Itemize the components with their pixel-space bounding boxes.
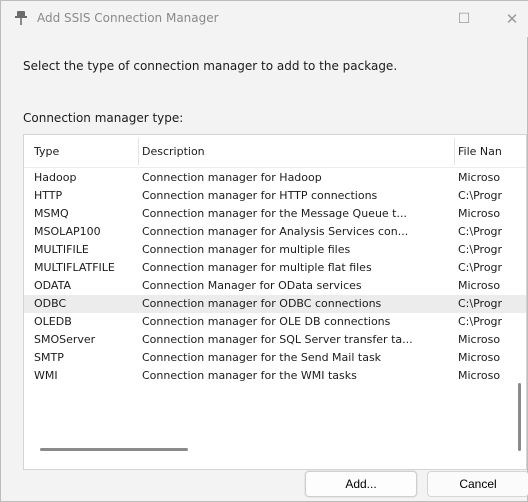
cancel-button[interactable]: Cancel: [427, 471, 528, 497]
row-type-cell: ODBC: [34, 297, 67, 310]
column-header-file-name[interactable]: File Nan: [458, 145, 502, 158]
row-file-cell: Microso: [458, 369, 501, 382]
row-type-cell: MULTIFILE: [34, 243, 89, 256]
column-divider[interactable]: [454, 138, 455, 165]
row-type-cell: WMI: [34, 369, 58, 382]
connection-type-label: Connection manager type:: [23, 111, 184, 125]
row-description-cell: Connection manager for OLE DB connection…: [142, 315, 391, 328]
table-row[interactable]: ODATA Connection Manager for OData servic…: [24, 277, 526, 295]
column-header-description[interactable]: Description: [142, 145, 205, 158]
row-description-cell: Connection manager for HTTP connections: [142, 189, 378, 202]
row-type-cell: MSOLAP100: [34, 225, 101, 238]
row-type-cell: OLEDB: [34, 315, 72, 328]
row-description-cell: Connection manager for the Send Mail tas…: [142, 351, 382, 364]
row-type-cell: MSMQ: [34, 207, 69, 220]
row-file-cell: C:\Progr: [458, 225, 503, 238]
column-header-type[interactable]: Type: [34, 145, 59, 158]
connection-type-list[interactable]: Type Description File Nan Hadoop Connecti…: [23, 134, 527, 470]
row-file-cell: Microso: [458, 279, 501, 292]
row-file-cell: C:\Progr: [458, 315, 503, 328]
table-row[interactable]: MULTIFILE Connection manager for multiple…: [24, 241, 526, 259]
table-row[interactable]: MSOLAP100 Connection manager for Analysis…: [24, 223, 526, 241]
list-rows: Hadoop Connection manager for Hadoop Micro…: [24, 169, 526, 385]
table-row[interactable]: HTTP Connection manager for HTTP connecti…: [24, 187, 526, 205]
table-row[interactable]: SMOServer Connection manager for SQL Serv…: [24, 331, 526, 349]
row-file-cell: C:\Progr: [458, 243, 503, 256]
row-type-cell: Hadoop: [34, 171, 77, 184]
row-type-cell: ODATA: [34, 279, 71, 292]
row-type-cell: SMOServer: [34, 333, 96, 346]
row-description-cell: Connection manager for multiple files: [142, 243, 351, 256]
row-type-cell: HTTP: [34, 189, 63, 202]
row-description-cell: Connection manager for Hadoop: [142, 171, 322, 184]
row-file-cell: C:\Progr: [458, 189, 503, 202]
maximize-icon[interactable]: ☐: [453, 8, 475, 30]
row-description-cell: Connection manager for ODBC connections: [142, 297, 382, 310]
horizontal-scrollbar-thumb[interactable]: [40, 448, 188, 451]
row-description-cell: Connection manager for the WMI tasks: [142, 369, 357, 382]
row-file-cell: Microso: [458, 207, 501, 220]
row-description-cell: Connection manager for SQL Server transf…: [142, 333, 413, 346]
row-description-cell: Connection manager for the Message Queue…: [142, 207, 407, 220]
column-divider[interactable]: [138, 138, 139, 165]
row-description-cell: Connection Manager for OData services: [142, 279, 362, 292]
vertical-scrollbar-thumb[interactable]: [518, 383, 521, 451]
dialog-window: Add SSIS Connection Manager ☐ ✕ Select t…: [0, 0, 528, 502]
row-type-cell: MULTIFLATFILE: [34, 261, 115, 274]
table-row[interactable]: OLEDB Connection manager for OLE DB conne…: [24, 313, 526, 331]
row-type-cell: SMTP: [34, 351, 64, 364]
table-row[interactable]: Hadoop Connection manager for Hadoop Micro…: [24, 169, 526, 187]
row-file-cell: Microso: [458, 171, 501, 184]
row-file-cell: Microso: [458, 351, 501, 364]
table-row[interactable]: MSMQ Connection manager for the Message Q…: [24, 205, 526, 223]
table-row[interactable]: ODBC Connection manager for ODBC connecti…: [24, 295, 526, 313]
window-title: Add SSIS Connection Manager: [37, 11, 219, 25]
table-row[interactable]: SMTP Connection manager for the Send Mail…: [24, 349, 526, 367]
row-description-cell: Connection manager for Analysis Services…: [142, 225, 409, 238]
close-icon[interactable]: ✕: [501, 8, 523, 30]
table-row[interactable]: WMI Connection manager for the WMI tasks M…: [24, 367, 526, 385]
ssis-pin-icon: [15, 11, 27, 25]
row-description-cell: Connection manager for multiple flat fil…: [142, 261, 372, 274]
instruction-text: Select the type of connection manager to…: [23, 59, 398, 73]
row-file-cell: C:\Progr: [458, 297, 503, 310]
title-bar[interactable]: Add SSIS Connection Manager ☐ ✕: [1, 1, 528, 37]
add-button[interactable]: Add...: [305, 471, 417, 497]
list-header: Type Description File Nan: [24, 135, 526, 168]
row-file-cell: C:\Progr: [458, 261, 503, 274]
table-row[interactable]: MULTIFLATFILE Connection manager for mult…: [24, 259, 526, 277]
row-file-cell: Microso: [458, 333, 501, 346]
